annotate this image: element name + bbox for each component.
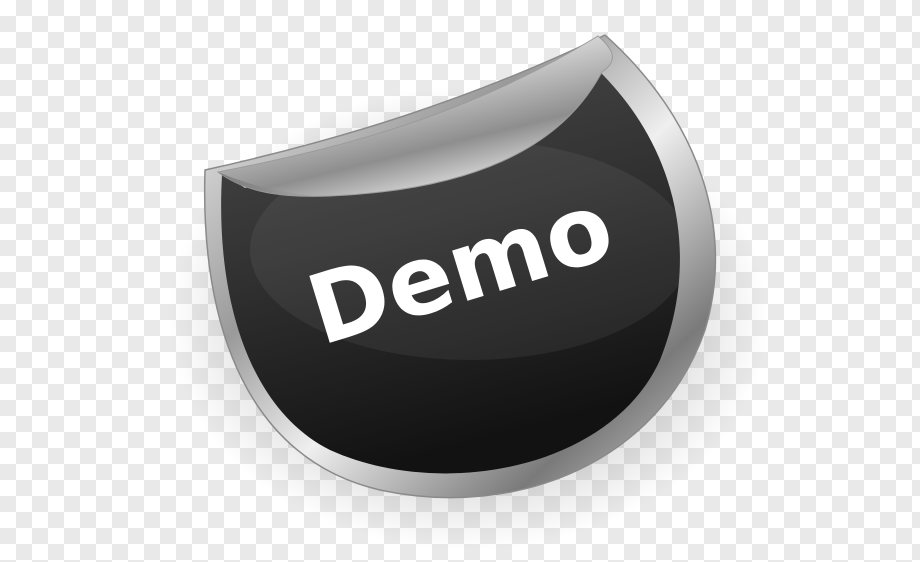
transparent-checker-background: Demo bbox=[0, 0, 920, 562]
demo-sticker-badge: Demo bbox=[168, 34, 768, 550]
